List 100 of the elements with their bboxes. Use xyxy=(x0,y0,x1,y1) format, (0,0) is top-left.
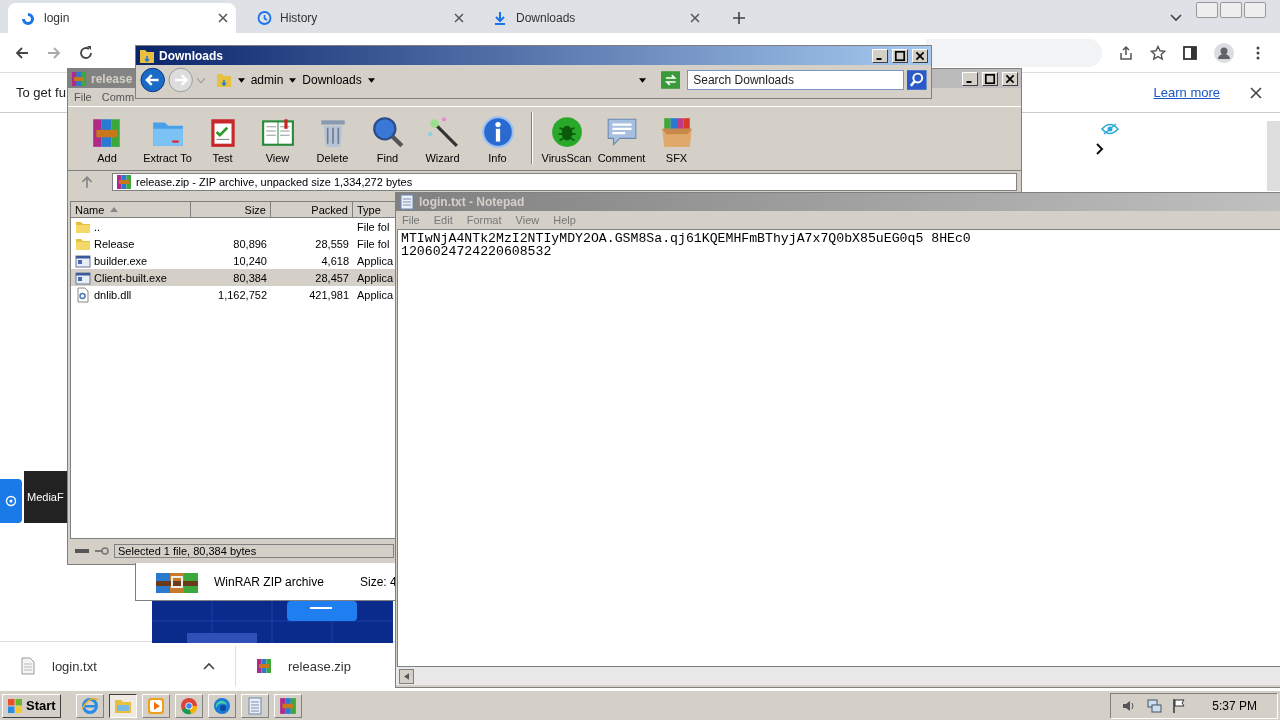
chevron-icon[interactable] xyxy=(1096,143,1104,155)
download-item[interactable]: login.txt xyxy=(0,646,236,686)
flag-icon[interactable] xyxy=(1171,697,1188,714)
file-size: 80,384 xyxy=(233,271,267,284)
box-icon xyxy=(659,115,694,149)
toolbar-button[interactable]: VirusScan xyxy=(539,115,594,164)
toolbar-button[interactable]: Test xyxy=(195,115,250,164)
windows-logo-icon xyxy=(7,697,23,714)
maximize-icon xyxy=(983,72,997,85)
close-icon[interactable] xyxy=(1250,86,1262,99)
browser-tab[interactable]: History xyxy=(244,3,472,33)
magnifier-icon xyxy=(370,115,405,149)
breadcrumb-item[interactable]: Downloads xyxy=(302,73,362,87)
file-size: 80,896 xyxy=(233,237,267,250)
floating-widget[interactable]: MediaF xyxy=(24,471,67,523)
profile-icon[interactable] xyxy=(1214,42,1234,63)
toolbar-button[interactable]: Extract To xyxy=(140,115,195,164)
column-header[interactable]: Size xyxy=(191,202,271,218)
caret-icon xyxy=(367,77,375,83)
toolbar-button[interactable]: Comment xyxy=(594,115,649,164)
toolbar-button[interactable]: Delete xyxy=(305,115,360,164)
packed-size: 28,559 xyxy=(315,237,349,250)
window-title: Downloads xyxy=(159,48,223,63)
browser-tab[interactable]: Downloads xyxy=(480,3,708,33)
text-area[interactable]: MTIwNjA4NTk2MzI2NTIyMDY2OA.GSM8Sa.qj61KQEMHFmBThyjA7x7Q0bX85uEG0q5 8HEc0 1206024724220608532 xyxy=(397,229,1280,667)
path-field[interactable]: release.zip - ZIP archive, unpacked size 1,334,272 bytes xyxy=(112,173,1017,191)
toolbar-button[interactable]: Info xyxy=(470,115,525,164)
menu-item[interactable]: Comm xyxy=(101,91,135,103)
archive-icon xyxy=(256,657,272,675)
play-icon xyxy=(146,696,165,715)
close-icon xyxy=(913,49,927,62)
scrollbar[interactable] xyxy=(1267,121,1280,191)
target-icon xyxy=(5,495,17,507)
status-text: Selected 1 file, 80,384 bytes xyxy=(114,544,394,558)
file-row[interactable]: dnlib.dll 1,162,752 421,981 Applica xyxy=(71,286,397,303)
download-item[interactable]: release.zip xyxy=(236,646,392,686)
close-icon[interactable] xyxy=(690,13,700,23)
text-line: 1206024724220608532 xyxy=(401,245,552,258)
toolbar-button[interactable]: Find xyxy=(360,115,415,164)
back-icon[interactable] xyxy=(140,67,166,93)
browser-tab[interactable]: login xyxy=(8,3,236,33)
back-icon[interactable] xyxy=(14,44,30,61)
e-logo-icon xyxy=(80,696,99,715)
file-type: Applica xyxy=(357,288,394,301)
history-icon xyxy=(256,10,272,26)
gear-file-icon xyxy=(75,286,91,303)
widget-button[interactable] xyxy=(0,479,22,523)
chrome-logo-icon xyxy=(179,696,198,715)
file-type: File fol xyxy=(357,237,390,250)
caret-icon xyxy=(237,77,245,83)
caret-icon xyxy=(289,77,297,83)
dropdown-icon[interactable] xyxy=(638,77,646,83)
search-icon[interactable] xyxy=(907,70,927,90)
folder-icon xyxy=(215,72,232,88)
caret-icon[interactable] xyxy=(1170,14,1182,22)
file-name: .. xyxy=(94,220,101,233)
close-icon[interactable] xyxy=(454,13,464,23)
file-row[interactable]: Client-built.exe 80,384 28,457 Applica xyxy=(71,269,397,286)
eye-icon[interactable] xyxy=(1101,123,1119,135)
menu-item[interactable]: File xyxy=(74,91,92,103)
column-header[interactable]: Packed xyxy=(271,202,353,218)
text-line: MTIwNjA4NTk2MzI2NTIyMDY2OA.GSM8Sa.qj61KQEMHFmBThyjA7x7Q0bX85uEG0q5 xyxy=(401,232,924,245)
text-line: 8HEc0 xyxy=(931,232,971,245)
file-row[interactable]: Release 80,896 28,559 File fol xyxy=(71,235,397,252)
toolbar-button[interactable]: SFX xyxy=(649,115,704,164)
address-field[interactable]: admin Downloads xyxy=(211,70,650,90)
reload-icon[interactable] xyxy=(78,44,94,61)
taskbar-app[interactable] xyxy=(108,693,137,718)
file-name: Client-built.exe xyxy=(94,271,167,284)
packed-size: 28,457 xyxy=(315,271,349,284)
new-tab-icon[interactable] xyxy=(732,11,746,25)
star-icon[interactable] xyxy=(1150,44,1166,61)
close-icon xyxy=(1003,72,1017,85)
maximize-button[interactable] xyxy=(892,48,908,63)
clock: 5:37 PM xyxy=(1212,698,1257,713)
start-button[interactable]: Start xyxy=(2,693,61,718)
scroll-left-icon[interactable] xyxy=(399,668,414,684)
sidebar-icon[interactable] xyxy=(1182,44,1198,61)
network-icon[interactable] xyxy=(1146,697,1163,714)
drive-icon xyxy=(74,547,90,555)
scrollbar[interactable] xyxy=(396,667,1280,685)
caret-icon[interactable] xyxy=(203,662,215,670)
column-header[interactable]: Name xyxy=(71,202,191,218)
close-icon[interactable] xyxy=(218,13,228,23)
file-row[interactable]: builder.exe 10,240 4,618 Applica xyxy=(71,252,397,269)
breadcrumb-item[interactable]: admin xyxy=(250,73,284,87)
file-name: Release xyxy=(94,237,135,250)
search-field[interactable]: Search Downloads xyxy=(687,70,905,90)
notepad-icon xyxy=(399,194,415,210)
file-type: WinRAR ZIP archive xyxy=(214,574,325,589)
document-icon xyxy=(20,657,36,675)
file-type: File fol xyxy=(357,220,390,233)
refresh-icon[interactable] xyxy=(660,71,681,89)
file-row[interactable]: .. File fol xyxy=(71,218,397,235)
learn-more-link[interactable]: Learn more xyxy=(1153,85,1220,100)
info-icon xyxy=(480,115,515,149)
toolbar-button[interactable]: View xyxy=(250,115,305,164)
toolbar-button[interactable]: Add xyxy=(74,115,140,164)
share-icon[interactable] xyxy=(1118,44,1134,61)
toolbar-button[interactable]: Wizard xyxy=(415,115,470,164)
